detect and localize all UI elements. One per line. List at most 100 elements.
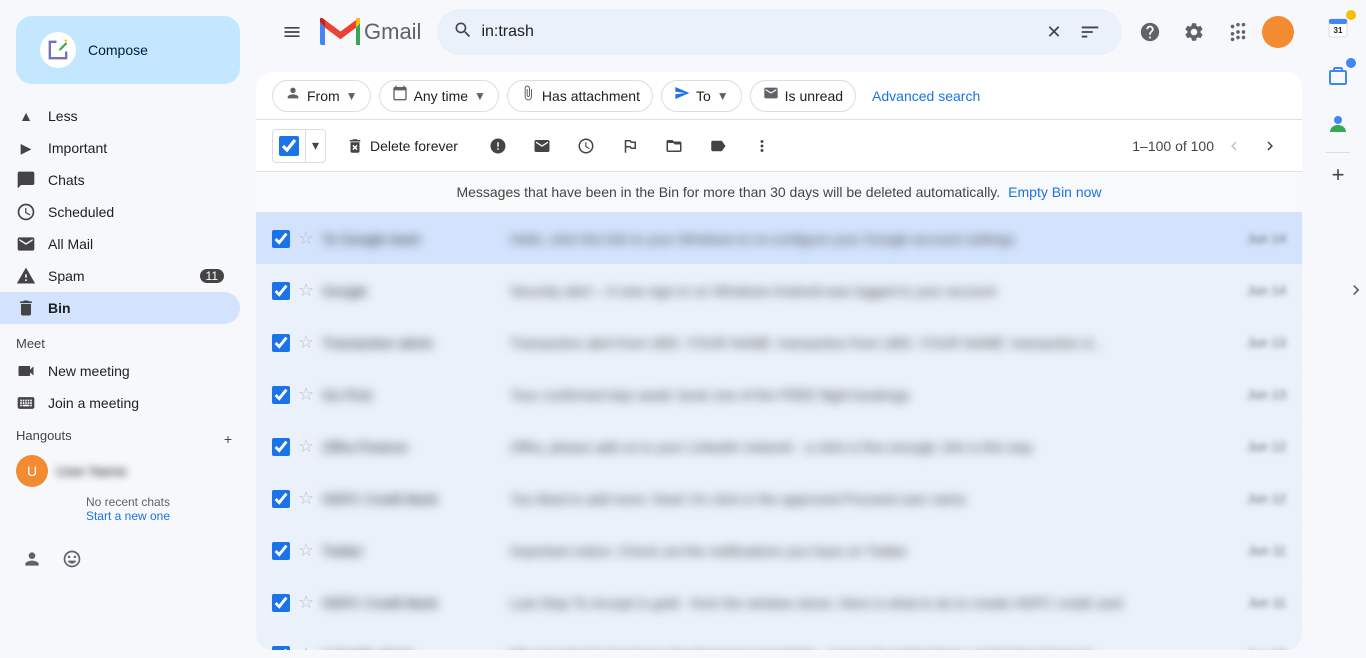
sidebar-item-label: Less: [48, 108, 224, 124]
contacts-icon[interactable]: [16, 543, 48, 575]
trash-icon: [16, 298, 36, 318]
search-filter-button[interactable]: [1074, 16, 1106, 48]
tasks-badge: [1346, 58, 1356, 68]
star-icon[interactable]: ☆: [298, 436, 314, 457]
hangout-user-item: U User Name: [16, 451, 240, 491]
emoji-icon[interactable]: [56, 543, 88, 575]
move-to-button[interactable]: [654, 126, 694, 166]
table-row[interactable]: ☆ Google Security alert – A new sign-in …: [256, 265, 1302, 317]
delete-forever-button[interactable]: Delete forever: [330, 129, 474, 163]
star-icon[interactable]: ☆: [298, 488, 314, 509]
is-unread-label: Is unread: [785, 88, 843, 104]
row-checkbox[interactable]: [272, 282, 290, 300]
row-checkbox[interactable]: [272, 438, 290, 456]
sidebar-item-join-meeting[interactable]: Join a meeting: [0, 387, 240, 419]
pagination-next-button[interactable]: [1254, 130, 1286, 162]
star-icon[interactable]: ☆: [298, 332, 314, 353]
google-contacts-icon[interactable]: [1318, 104, 1358, 144]
gmail-wordmark: Gmail: [364, 19, 421, 45]
snooze-button[interactable]: [566, 126, 606, 166]
filter-bar: From ▼ Any time ▼ Has attachment: [256, 72, 1302, 120]
subject-snippet: Hello, click this link to your Windows t…: [510, 231, 1239, 247]
table-row[interactable]: ☆ Twitter Important notice: Check out th…: [256, 525, 1302, 577]
row-checkbox[interactable]: [272, 386, 290, 404]
subject-snippet: Your confirmed trips await: book one of …: [510, 387, 1239, 403]
user-avatar[interactable]: [1262, 16, 1294, 48]
any-time-filter-chip[interactable]: Any time ▼: [379, 80, 499, 112]
sender-name: HDFC Credit Bank: [322, 491, 502, 507]
mark-as-read-button[interactable]: [522, 126, 562, 166]
select-all-checkbox[interactable]: [279, 136, 299, 156]
hangouts-section: Hangouts + U User Name No recent chats S…: [0, 419, 256, 531]
empty-bin-button[interactable]: Empty Bin now: [1008, 184, 1101, 200]
compose-button[interactable]: Compose: [16, 16, 240, 84]
select-dropdown-button[interactable]: ▾: [305, 130, 325, 162]
search-input[interactable]: [481, 23, 1034, 41]
label-button[interactable]: [698, 126, 738, 166]
sidebar-item-all-mail[interactable]: All Mail: [0, 228, 240, 260]
sidebar-item-important[interactable]: ▶ Important: [0, 132, 240, 164]
add-hangout-button[interactable]: +: [216, 427, 240, 451]
sidebar-item-chats[interactable]: Chats: [0, 164, 240, 196]
star-icon[interactable]: ☆: [298, 384, 314, 405]
has-attachment-filter-chip[interactable]: Has attachment: [507, 80, 653, 112]
email-list: ☆ To Google team Hello, click this link …: [256, 213, 1302, 650]
sidebar-item-bin[interactable]: Bin: [0, 292, 240, 324]
pagination-prev-button[interactable]: [1218, 130, 1250, 162]
row-checkbox[interactable]: [272, 542, 290, 560]
help-button[interactable]: [1130, 12, 1170, 52]
from-filter-chip[interactable]: From ▼: [272, 80, 371, 112]
email-date: Jun 13: [1247, 335, 1286, 350]
table-row[interactable]: ☆ Go First Your confirmed trips await: b…: [256, 369, 1302, 421]
report-spam-button[interactable]: [478, 126, 518, 166]
star-icon[interactable]: ☆: [298, 592, 314, 613]
email-date: Jun 10: [1247, 647, 1286, 650]
star-icon[interactable]: ☆: [298, 644, 314, 650]
row-checkbox[interactable]: [272, 230, 290, 248]
sender-name: Ziffra Finance: [322, 439, 502, 455]
more-options-button[interactable]: [742, 126, 782, 166]
google-keep-icon[interactable]: [1318, 56, 1358, 96]
sidebar-item-spam[interactable]: Spam 11: [0, 260, 240, 292]
to-filter-chip[interactable]: To ▼: [661, 80, 742, 112]
apps-button[interactable]: [1218, 12, 1258, 52]
advanced-search-link[interactable]: Advanced search: [872, 88, 980, 104]
row-checkbox[interactable]: [272, 646, 290, 651]
clock-icon: [16, 202, 36, 222]
google-calendar-icon[interactable]: 31: [1318, 8, 1358, 48]
subject-snippet: Important notice: Check out the notifica…: [510, 543, 1240, 559]
table-row[interactable]: ☆ HDFC Credit Bank You liked to add more…: [256, 473, 1302, 525]
email-date: Jun 11: [1248, 543, 1286, 558]
sidebar-item-new-meeting[interactable]: New meeting: [0, 355, 240, 387]
subject-snippet: Transaction alert from UBS: YOUR NAME: t…: [510, 335, 1239, 351]
any-time-filter-label: Any time: [414, 88, 468, 104]
sidebar-item-scheduled[interactable]: Scheduled: [0, 196, 240, 228]
menu-button[interactable]: [272, 12, 312, 52]
star-icon[interactable]: ☆: [298, 280, 314, 301]
search-clear-button[interactable]: ✕: [1042, 20, 1066, 44]
row-checkbox[interactable]: [272, 490, 290, 508]
start-new-chat-link[interactable]: Start a new one: [16, 509, 240, 523]
select-all-container[interactable]: ▾: [272, 129, 326, 163]
table-row[interactable]: ☆ LinkedIn alerts We are jobs for busine…: [256, 629, 1302, 650]
search-icon: [453, 20, 473, 45]
table-row[interactable]: ☆ To Google team Hello, click this link …: [256, 213, 1302, 265]
sender-name: Twitter: [322, 543, 502, 559]
row-checkbox[interactable]: [272, 594, 290, 612]
star-icon[interactable]: ☆: [298, 228, 314, 249]
table-row[interactable]: ☆ Ziffra Finance Ziffra, please add us t…: [256, 421, 1302, 473]
is-unread-filter-chip[interactable]: Is unread: [750, 80, 856, 112]
table-row[interactable]: ☆ HDFC Credit Bank Last Step To Accept I…: [256, 577, 1302, 629]
sidebar-item-less[interactable]: ▲ Less: [0, 100, 240, 132]
star-icon[interactable]: ☆: [298, 540, 314, 561]
add-to-task-button[interactable]: [610, 126, 650, 166]
table-row[interactable]: ☆ Transaction alerts Transaction alert f…: [256, 317, 1302, 369]
email-date: Jun 13: [1247, 387, 1286, 402]
sidebar-item-label: All Mail: [48, 236, 224, 252]
chevron-up-icon: ▲: [16, 108, 36, 124]
calendar-icon: [392, 85, 408, 106]
settings-button[interactable]: [1174, 12, 1214, 52]
add-panel-button[interactable]: +: [1324, 161, 1352, 189]
topbar: Gmail ✕: [256, 0, 1310, 64]
row-checkbox[interactable]: [272, 334, 290, 352]
